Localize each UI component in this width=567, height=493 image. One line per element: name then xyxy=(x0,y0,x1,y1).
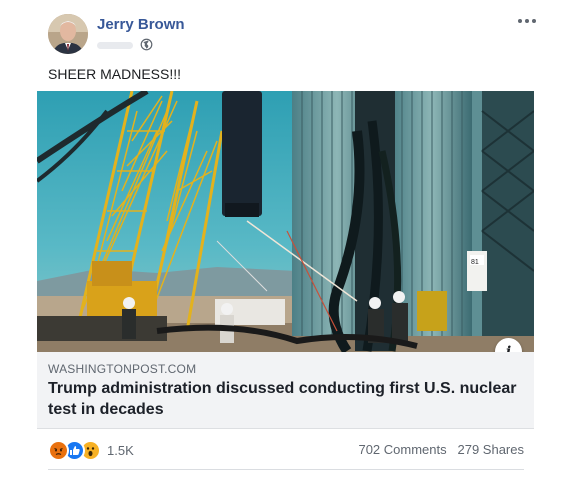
post-timestamp-placeholder[interactable] xyxy=(97,42,133,49)
link-domain: WASHINGTONPOST.COM xyxy=(48,362,197,376)
reactions-summary[interactable]: 1.5K xyxy=(48,439,134,461)
link-preview-image[interactable]: 81 xyxy=(37,91,534,352)
footer-divider xyxy=(48,469,524,470)
author-name-link[interactable]: Jerry Brown xyxy=(97,16,185,33)
facebook-post: Jerry Brown SHEER MADNESS!!! 81 WASHINGT… xyxy=(0,0,567,493)
globe-icon[interactable] xyxy=(140,38,153,51)
link-preview-card[interactable]: 81 i WASHINGT xyxy=(37,91,534,429)
comments-count-link[interactable]: 702 Comments xyxy=(358,442,446,457)
link-headline[interactable]: Trump administration discussed conductin… xyxy=(48,378,526,420)
engagement-stats: 702 Comments 279 Shares xyxy=(358,442,524,457)
post-message: SHEER MADNESS!!! xyxy=(48,66,182,82)
shares-count-link[interactable]: 279 Shares xyxy=(458,442,525,457)
angry-reaction-icon xyxy=(48,439,69,461)
reaction-count[interactable]: 1.5K xyxy=(107,443,134,458)
more-options-icon[interactable] xyxy=(516,14,538,28)
author-avatar[interactable] xyxy=(48,14,88,54)
link-preview-meta[interactable]: WASHINGTONPOST.COM Trump administration … xyxy=(37,352,534,429)
post-header: Jerry Brown xyxy=(48,14,538,56)
post-meta xyxy=(97,37,157,53)
tower-marking: 81 xyxy=(471,259,479,266)
engagement-bar: 1.5K 702 Comments 279 Shares xyxy=(48,439,524,461)
